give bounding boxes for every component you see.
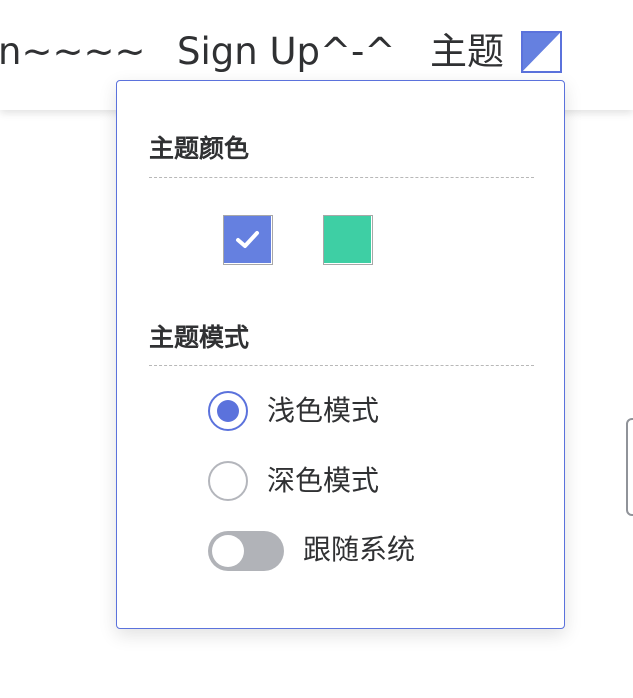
follow-system-switch[interactable] xyxy=(208,531,284,571)
follow-system-label: 跟随系统 xyxy=(303,533,416,566)
light-mode-radio[interactable] xyxy=(208,391,248,431)
dark-mode-label: 深色模式 xyxy=(267,464,380,497)
theme-mode-title: 主题模式 xyxy=(149,323,250,352)
theme-swatch-icon[interactable] xyxy=(521,31,562,73)
switch-knob xyxy=(212,535,244,567)
theme-mode-divider xyxy=(149,365,534,366)
theme-dropdown-panel: 主题颜色 主题模式 浅色模式 深色模式 跟随系统 xyxy=(116,80,565,629)
dark-mode-radio[interactable] xyxy=(208,461,248,501)
theme-color-title: 主题颜色 xyxy=(149,134,250,163)
right-edge-fragment xyxy=(626,418,633,516)
color-option-green[interactable] xyxy=(323,215,373,265)
theme-color-divider xyxy=(149,177,534,178)
theme-menu-label[interactable]: 主题 xyxy=(430,32,504,72)
light-mode-label: 浅色模式 xyxy=(267,394,380,427)
color-option-blue[interactable] xyxy=(223,215,273,265)
signup-link[interactable]: Sign Up^-^ xyxy=(177,32,395,72)
radio-selected-dot xyxy=(217,400,239,422)
login-link[interactable]: n~~~~ xyxy=(0,32,145,72)
